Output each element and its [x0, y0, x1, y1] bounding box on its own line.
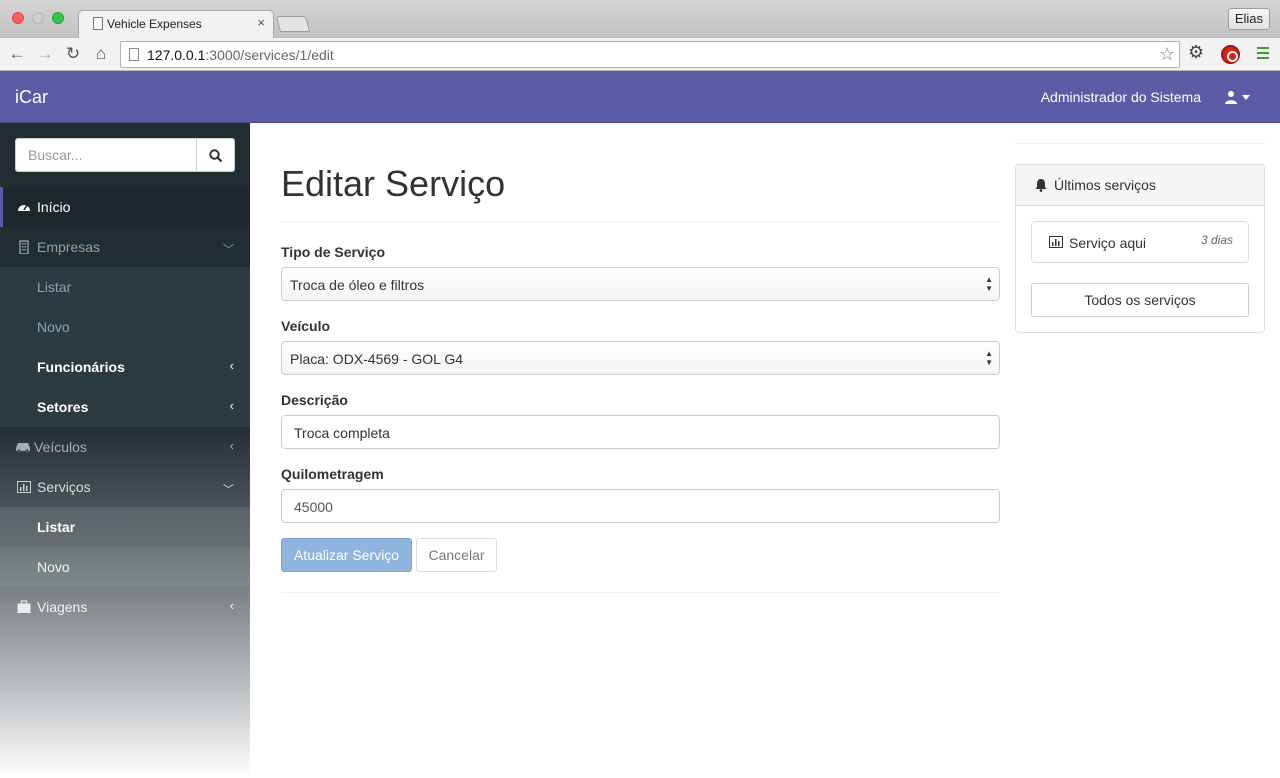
cancel-button[interactable]: Cancelar [416, 538, 497, 572]
list-item-time: 3 dias [1200, 233, 1233, 247]
sidebar-item-inicio[interactable]: Início [0, 187, 250, 227]
sidebar-item-label: Serviços [37, 479, 91, 495]
chevron-left-icon: ‹ [229, 358, 234, 373]
sidebar-item-viagens[interactable]: Viagens ‹ [0, 587, 250, 627]
panel-header: Últimos serviços [1016, 165, 1264, 206]
address-bar[interactable]: 127.0.0.1:3000/services/1/edit ☆ [120, 41, 1180, 68]
brand-logo[interactable]: iCar [15, 87, 48, 108]
building-icon [19, 240, 29, 254]
search-button[interactable] [196, 138, 235, 172]
browser-toolbar: ← → ↻ ⌂ 127.0.0.1:3000/services/1/edit ☆ [0, 38, 1280, 71]
window-close-button[interactable] [12, 12, 24, 24]
sidebar-subitem-empresas-listar[interactable]: Listar [0, 267, 250, 307]
select-value: Placa: ODX-4569 - GOL G4 [290, 351, 463, 367]
recent-services-panel: Últimos serviços Serviço aqui 3 dias Tod… [1015, 164, 1265, 333]
search-icon [209, 149, 223, 163]
divider [281, 221, 1000, 222]
update-service-button[interactable]: Atualizar Serviço [281, 538, 412, 572]
chevron-left-icon: ‹ [229, 598, 234, 613]
sidebar-subitem-funcionarios[interactable]: Funcionários ‹ [0, 347, 250, 387]
sidebar-item-label: Empresas [37, 239, 101, 255]
url-path: :3000/services/1/edit [205, 47, 334, 63]
veiculo-label: Veículo [281, 318, 331, 334]
caret-down-icon[interactable] [1242, 95, 1250, 100]
descricao-input[interactable]: Troca completa [281, 415, 1000, 449]
all-services-button[interactable]: Todos os serviços [1031, 283, 1249, 317]
browser-tab-strip: Vehicle Expenses × Elias [0, 0, 1280, 38]
sidebar-item-label: Novo [37, 319, 70, 335]
home-icon[interactable]: ⌂ [90, 43, 112, 65]
menu-icon[interactable] [1257, 47, 1269, 62]
list-item-label: Serviço aqui [1069, 235, 1147, 251]
sidebar-subitem-setores[interactable]: Setores ‹ [0, 387, 250, 427]
gear-icon[interactable]: ⚙ [1188, 42, 1204, 63]
bar-chart-icon [17, 481, 31, 493]
bell-icon [1035, 179, 1047, 192]
panel-title: Últimos serviços [1054, 177, 1156, 193]
sidebar-item-label: Funcionários [37, 359, 125, 375]
divider [1015, 143, 1265, 144]
sidebar-subitem-servicos-novo[interactable]: Novo [0, 547, 250, 587]
chevron-left-icon: ‹ [229, 438, 234, 453]
veiculo-select[interactable]: Placa: ODX-4569 - GOL G4 ▲ ▼ [281, 341, 1000, 375]
tipo-servico-label: Tipo de Serviço [281, 244, 385, 260]
back-icon[interactable]: ← [6, 43, 28, 65]
input-value: Troca completa [294, 425, 390, 441]
tab-title: Vehicle Expenses [107, 17, 202, 31]
sidebar-search [15, 138, 235, 172]
sidebar-item-label: Listar [37, 279, 72, 295]
select-arrows-icon: ▲ ▼ [985, 275, 993, 293]
sidebar-item-empresas[interactable]: Empresas ﹀ [0, 227, 250, 267]
chevron-down-icon: ﹀ [223, 484, 234, 496]
sidebar-item-veiculos[interactable]: Veículos ‹ [0, 427, 250, 467]
search-input[interactable] [15, 138, 197, 172]
chevron-down-icon: ﹀ [223, 244, 234, 256]
quilometragem-label: Quilometragem [281, 466, 384, 482]
page-title: Editar Serviço [281, 163, 506, 204]
user-name-link[interactable]: Administrador do Sistema [1041, 89, 1201, 105]
quilometragem-input[interactable]: 45000 [281, 489, 1000, 523]
descricao-label: Descrição [281, 392, 348, 408]
car-icon [16, 443, 30, 453]
sidebar-item-servicos[interactable]: Serviços ﹀ [0, 467, 250, 507]
page-icon [129, 48, 139, 61]
list-item[interactable]: Serviço aqui 3 dias [1031, 221, 1249, 263]
dashboard-icon [18, 204, 30, 211]
select-arrows-icon: ▲ ▼ [985, 349, 993, 367]
sidebar-subitem-empresas-novo[interactable]: Novo [0, 307, 250, 347]
app-navbar: iCar Administrador do Sistema [0, 71, 1280, 123]
window-minimize-button[interactable] [32, 12, 44, 24]
sidebar-item-label: Veículos [34, 439, 87, 455]
main-content: Editar Serviço Tipo de Serviço Troca de … [250, 123, 1015, 778]
stop-extension-icon[interactable] [1221, 45, 1240, 64]
select-value: Troca de óleo e filtros [290, 277, 425, 293]
profile-button[interactable]: Elias [1227, 8, 1270, 30]
tab-close-icon[interactable]: × [257, 15, 265, 30]
forward-icon[interactable]: → [34, 43, 56, 65]
url-host: 127.0.0.1 [147, 47, 206, 63]
sidebar: Início Empresas ﹀ Listar Novo Funcionári… [0, 123, 250, 778]
bar-chart-icon [1049, 236, 1063, 248]
sidebar-item-label: Listar [37, 519, 76, 535]
bookmark-star-icon[interactable]: ☆ [1159, 44, 1175, 65]
reload-icon[interactable]: ↻ [62, 43, 84, 65]
new-tab-button[interactable] [275, 16, 311, 32]
sidebar-item-label: Novo [37, 559, 70, 575]
window-zoom-button[interactable] [52, 12, 64, 24]
sidebar-subitem-servicos-listar[interactable]: Listar [0, 507, 250, 547]
input-value: 45000 [294, 499, 333, 515]
sidebar-item-label: Viagens [37, 599, 88, 615]
chevron-left-icon: ‹ [229, 398, 234, 413]
sidebar-item-label: Setores [37, 399, 89, 415]
url-text[interactable]: 127.0.0.1:3000/services/1/edit [147, 47, 334, 63]
document-icon [93, 17, 103, 30]
divider [281, 592, 1000, 593]
user-icon[interactable] [1224, 90, 1238, 104]
browser-tab[interactable]: Vehicle Expenses × [78, 10, 274, 38]
sidebar-item-label: Início [37, 199, 71, 215]
briefcase-icon [17, 600, 31, 613]
tipo-servico-select[interactable]: Troca de óleo e filtros ▲ ▼ [281, 267, 1000, 301]
